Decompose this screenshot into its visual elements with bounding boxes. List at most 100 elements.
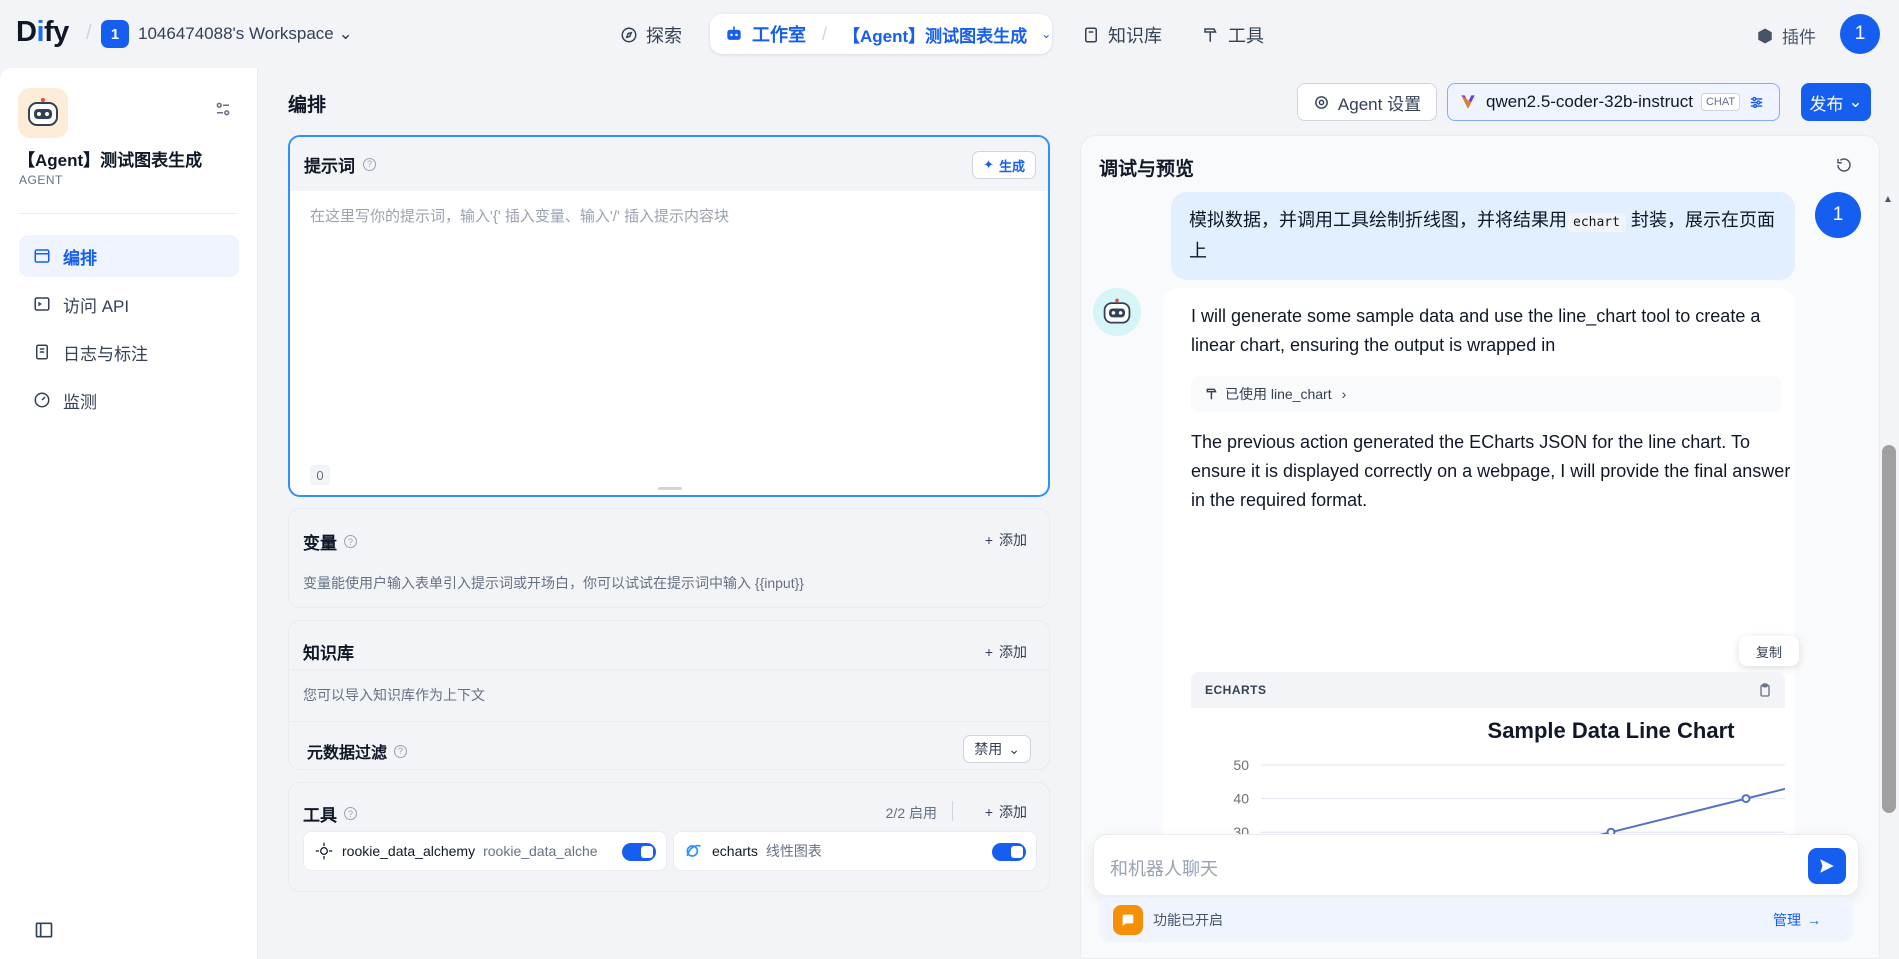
user-avatar[interactable]: 1 <box>1840 14 1880 54</box>
tool-used-indicator[interactable]: 已使用 line_chart › <box>1191 376 1781 412</box>
scrollbar-thumb[interactable] <box>1882 445 1896 813</box>
scroll-up-icon[interactable]: ▲ <box>1883 194 1893 205</box>
chevron-down-icon: ⌄ <box>1848 92 1863 111</box>
compass-icon <box>621 27 637 43</box>
tools-title: 工具 ? <box>303 801 357 826</box>
window-icon <box>34 249 50 263</box>
variables-card: 变量 ? + 添加 变量能使用户输入表单引入提示词或开场白，你可以试试在提示词中输… <box>288 508 1050 608</box>
app-settings-icon[interactable] <box>214 100 232 123</box>
user-avatar: 1 <box>1815 192 1861 238</box>
gauge-icon <box>34 392 50 408</box>
manage-link[interactable]: 管理 → <box>1773 910 1821 930</box>
data-point[interactable] <box>1741 794 1751 804</box>
metadata-filter-row: 元数据过滤 ? 禁用 ⌄ <box>289 729 1049 769</box>
sidebar-item-orchestrate[interactable]: 编排 <box>19 235 239 277</box>
workspace-switcher[interactable]: 1046474088's Workspace ⌄ <box>138 24 353 44</box>
plus-icon: + <box>984 804 993 820</box>
echarts-line-chart: Sample Data Line Chart 5040302010 <box>1233 718 1785 848</box>
tool-toggle[interactable] <box>622 843 656 861</box>
prompt-editor[interactable]: 提示词 ? ✦ 生成 在这里写你的提示词，输入'{' 插入变量、输入'/' 插入… <box>288 135 1050 497</box>
qwen-logo-icon <box>1461 95 1475 109</box>
resize-handle[interactable] <box>658 487 682 490</box>
workspace-badge[interactable]: 1 <box>101 20 129 48</box>
add-tool-button[interactable]: + 添加 <box>985 802 1027 822</box>
model-selector[interactable]: qwen2.5-coder-32b-instruct CHAT <box>1447 83 1780 121</box>
sidebar-item-monitor[interactable]: 监测 <box>19 379 239 421</box>
feature-bar: 功能已开启 管理 → <box>1099 898 1853 942</box>
tools-count: 2/2 启用 <box>885 805 937 821</box>
knowledge-card: 知识库 + 添加 您可以导入知识库作为上下文 元数据过滤 ? 禁用 ⌄ <box>288 620 1050 770</box>
echarts-icon <box>686 844 701 857</box>
nav-explore[interactable]: 探索 <box>620 22 682 48</box>
cube-icon <box>1758 28 1772 43</box>
nav-knowledge[interactable]: 知识库 <box>1082 22 1162 48</box>
divider <box>289 669 1049 670</box>
chevron-right-icon: › <box>1341 386 1347 402</box>
help-icon[interactable]: ? <box>344 807 357 820</box>
bot-avatar <box>1093 288 1141 336</box>
nav-tools[interactable]: 工具 <box>1202 22 1264 48</box>
user-message: 模拟数据，并调用工具绘制折线图，并将结果用 echart 封装，展示在页面上 <box>1171 192 1795 280</box>
knowledge-title: 知识库 <box>303 644 354 663</box>
tool-item-echarts[interactable]: echarts 线性图表 <box>673 831 1037 871</box>
chat-input[interactable]: 和机器人聊天 <box>1110 855 1218 881</box>
sidebar-item-logs[interactable]: 日志与标注 <box>19 331 239 373</box>
knowledge-description: 您可以导入知识库作为上下文 <box>303 687 485 703</box>
help-icon[interactable]: ? <box>394 744 408 758</box>
sliders-icon[interactable] <box>1748 94 1765 111</box>
gear-icon <box>1315 95 1328 109</box>
sparkle-icon: ✦ <box>983 157 994 172</box>
chevron-down-icon[interactable]: ⌄ <box>1041 27 1051 41</box>
code-block-header: ECHARTS <box>1191 672 1785 708</box>
add-variable-button[interactable]: + 添加 <box>985 530 1027 550</box>
divider: / <box>822 23 828 44</box>
nav-plugins[interactable]: 插件 <box>1756 23 1816 48</box>
add-knowledge-button[interactable]: + 添加 <box>985 642 1027 662</box>
clipboard-icon[interactable] <box>1757 682 1773 701</box>
inline-code: echart <box>1567 213 1626 232</box>
app-type: AGENT <box>19 173 63 187</box>
chevron-down-icon: ⌄ <box>1008 740 1020 757</box>
bot-message-text: I will generate some sample data and use… <box>1191 306 1761 355</box>
tool-item-rookie[interactable]: rookie_data_alchemy rookie_data_alche <box>303 831 667 871</box>
robot-face-icon <box>28 98 58 126</box>
bot-message-text: The previous action generated the EChart… <box>1191 432 1791 510</box>
divider: / <box>86 22 92 44</box>
copy-tooltip: 复制 <box>1739 636 1799 666</box>
hammer-icon <box>1206 388 1217 400</box>
studio-breadcrumb[interactable]: 工作室 / 【Agent】测试图表生成 ⌄ <box>710 14 1052 54</box>
agent-settings-button[interactable]: Agent 设置 <box>1297 83 1437 121</box>
alchemy-icon <box>315 842 333 860</box>
chevron-down-icon: ⌄ <box>338 24 353 43</box>
bot-message: I will generate some sample data and use… <box>1163 288 1799 848</box>
nav-studio[interactable]: 工作室 <box>752 21 806 47</box>
variables-title: 变量 ? <box>303 529 357 554</box>
feature-icon <box>1113 905 1143 935</box>
debug-title: 调试与预览 <box>1099 159 1195 180</box>
prompt-input[interactable]: 在这里写你的提示词，输入'{' 插入变量、输入'/' 插入提示内容块 <box>310 205 729 226</box>
metadata-filter-title: 元数据过滤 ? <box>307 739 408 763</box>
dify-logo[interactable]: Dify <box>16 16 69 49</box>
current-app-name[interactable]: 【Agent】测试图表生成 <box>843 22 1027 47</box>
model-mode-tag: CHAT <box>1700 93 1741 111</box>
send-button[interactable] <box>1808 848 1846 884</box>
y-tick-label: 50 <box>1233 757 1249 773</box>
publish-button[interactable]: 发布 ⌄ <box>1801 83 1871 121</box>
refresh-icon[interactable] <box>1835 156 1853 179</box>
chat-input-box[interactable]: 和机器人聊天 <box>1093 834 1859 896</box>
generate-button[interactable]: ✦ 生成 <box>972 151 1036 179</box>
top-navigation: Dify / 1 1046474088's Workspace ⌄ 探索 工作室… <box>0 0 1899 68</box>
send-icon <box>1820 859 1834 873</box>
tool-toggle[interactable] <box>992 843 1026 861</box>
plus-icon: + <box>984 644 993 660</box>
page-title: 编排 <box>288 95 327 116</box>
help-icon[interactable]: ? <box>363 157 376 171</box>
prompt-header: 提示词 ? <box>290 137 1048 191</box>
collapse-sidebar-icon[interactable] <box>34 920 54 945</box>
sidebar-item-api[interactable]: 访问 API <box>19 283 239 325</box>
metadata-filter-select[interactable]: 禁用 ⌄ <box>963 735 1031 763</box>
char-count: 0 <box>310 465 330 485</box>
y-tick-label: 40 <box>1233 791 1249 807</box>
chart-title: Sample Data Line Chart <box>1488 718 1736 743</box>
help-icon[interactable]: ? <box>344 535 357 548</box>
